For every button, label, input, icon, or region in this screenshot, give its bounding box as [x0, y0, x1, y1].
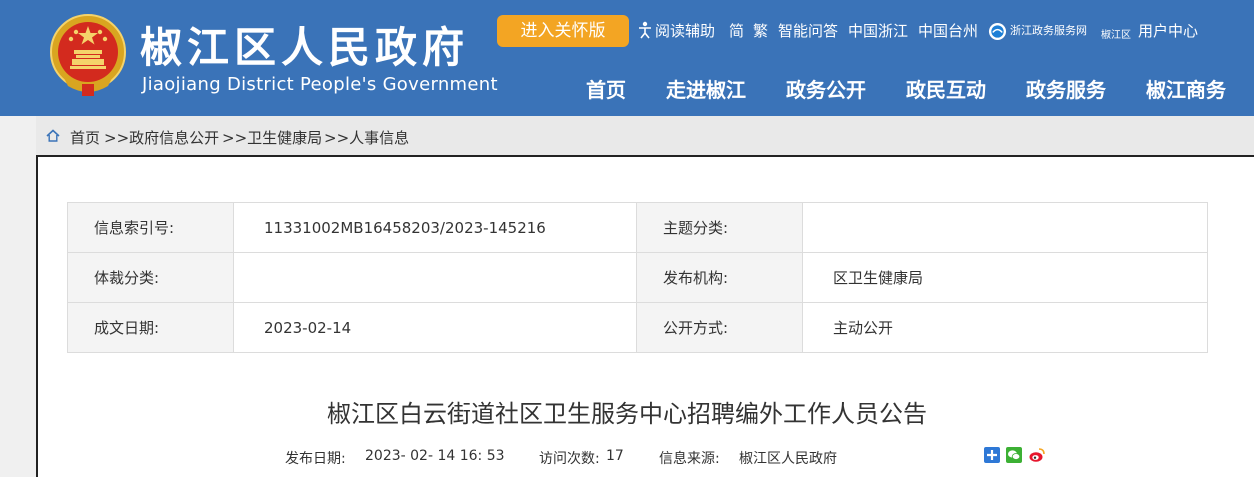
gov-service-logo-icon — [988, 22, 1007, 41]
site-subtitle: Jiaojiang District People's Government — [142, 74, 498, 95]
nav-public-interaction[interactable]: 政民互动 — [906, 74, 986, 103]
info-source-label: 信息来源: — [659, 451, 720, 467]
accessibility-icon — [639, 21, 651, 39]
open-mode-label: 公开方式: — [636, 302, 803, 353]
smart-qa-link[interactable]: 智能问答 — [778, 20, 838, 42]
share-plus-icon[interactable] — [984, 447, 1000, 463]
topic-category-label: 主题分类: — [636, 202, 803, 253]
simplified-chinese-link[interactable]: 简 — [729, 20, 744, 42]
visit-count-label: 访问次数: — [539, 451, 600, 467]
home-icon — [46, 129, 60, 142]
publisher-label: 发布机构: — [636, 252, 803, 303]
wechat-icon[interactable] — [1006, 447, 1022, 463]
nav-jiaojiang-commerce[interactable]: 椒江商务 — [1146, 74, 1226, 103]
publish-date-value: 2023- 02- 14 16: 53 — [365, 448, 505, 464]
open-mode-value: 主动公开 — [802, 302, 1208, 353]
national-emblem-icon[interactable] — [48, 12, 128, 98]
info-meta-table: 信息索引号: 11331002MB16458203/2023-145216 主题… — [67, 202, 1208, 353]
care-mode-button[interactable]: 进入关怀版 — [497, 15, 629, 47]
table-row: 成文日期: 2023-02-14 公开方式: 主动公开 — [67, 302, 1208, 353]
written-date-value: 2023-02-14 — [233, 302, 637, 353]
gov-service-net-label: 浙江政务服务网 — [1010, 24, 1087, 37]
index-number-label: 信息索引号: — [67, 202, 234, 253]
breadcrumb-gov-info-open[interactable]: >>政府信息公开 — [104, 127, 219, 148]
site-title[interactable]: 椒江区人民政府 — [140, 14, 469, 75]
traditional-chinese-link[interactable]: 繁 — [753, 20, 768, 42]
gov-service-region-label: 椒江区 — [1101, 30, 1131, 41]
nav-gov-affairs-open[interactable]: 政务公开 — [786, 74, 866, 103]
breadcrumb-personnel-info[interactable]: >>人事信息 — [324, 127, 409, 148]
table-row: 信息索引号: 11331002MB16458203/2023-145216 主题… — [67, 202, 1208, 253]
info-source-value: 椒江区人民政府 — [739, 451, 837, 467]
nav-gov-services[interactable]: 政务服务 — [1026, 74, 1106, 103]
reading-aid-label: 阅读辅助 — [655, 22, 716, 40]
weibo-icon[interactable] — [1029, 447, 1045, 463]
publish-date-label: 发布日期: — [285, 451, 346, 467]
nav-about-jiaojiang[interactable]: 走进椒江 — [666, 74, 746, 103]
index-number-value: 11331002MB16458203/2023-145216 — [233, 202, 637, 253]
breadcrumb-home[interactable]: 首页 — [70, 127, 100, 148]
written-date-label: 成文日期: — [67, 302, 234, 353]
user-center-link[interactable]: 用户中心 — [1138, 20, 1198, 42]
nav-home[interactable]: 首页 — [586, 74, 626, 103]
table-row: 体裁分类: 发布机构: 区卫生健康局 — [67, 252, 1208, 303]
breadcrumb-health-bureau[interactable]: >>卫生健康局 — [222, 127, 322, 148]
genre-category-label: 体裁分类: — [67, 252, 234, 303]
article-title: 椒江区白云街道社区卫生服务中心招聘编外工作人员公告 — [327, 400, 927, 428]
publisher-value: 区卫生健康局 — [802, 252, 1208, 303]
genre-category-value — [233, 252, 637, 303]
china-taizhou-link[interactable]: 中国台州 — [918, 20, 978, 42]
reading-aid-link[interactable]: 阅读辅助 — [638, 20, 715, 42]
topic-category-value — [802, 202, 1208, 253]
visit-count-value: 17 — [606, 448, 624, 464]
china-zhejiang-link[interactable]: 中国浙江 — [848, 20, 908, 42]
